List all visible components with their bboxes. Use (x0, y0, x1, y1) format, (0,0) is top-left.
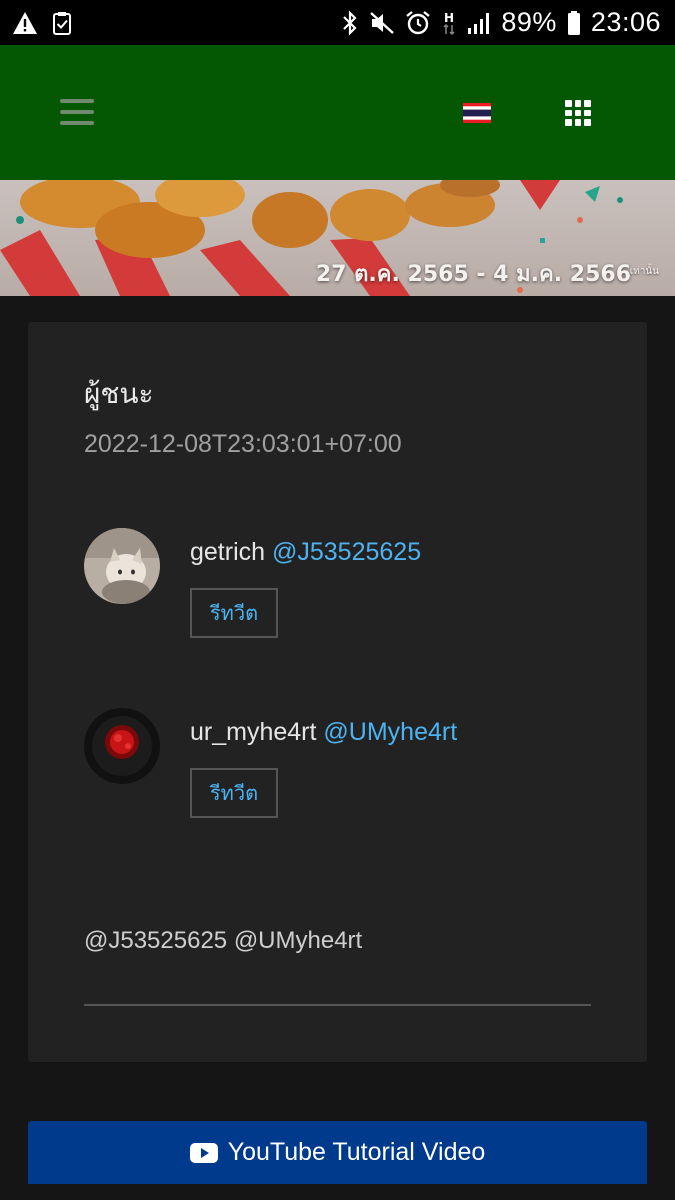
top-nav-header (0, 45, 675, 180)
grid-icon[interactable] (565, 100, 591, 126)
winner-handle-link[interactable]: @UMyhe4rt (323, 718, 457, 746)
winner-entry: getrich @J53525625 รีทวีต (84, 528, 604, 648)
alarm-icon (405, 10, 431, 36)
avatar[interactable] (84, 528, 160, 604)
battery-icon (567, 10, 581, 36)
warning-icon (12, 11, 38, 35)
youtube-icon (189, 1142, 218, 1163)
avatar[interactable] (84, 708, 160, 784)
winner-name: ur_myhe4rt (190, 718, 317, 746)
banner-suffix: เท่านั้น (629, 266, 659, 277)
winner-card: ผู้ชนะ 2022-12-08T23:03:01+07:00 getrich… (28, 322, 647, 1062)
hamburger-icon[interactable] (60, 99, 94, 125)
retweet-button[interactable]: รีทวีต (190, 768, 278, 818)
card-datetime: 2022-12-08T23:03:01+07:00 (84, 430, 402, 458)
status-right: H 89% 23:06 (341, 7, 661, 38)
youtube-button-label: YouTube Tutorial Video (227, 1138, 486, 1166)
clock: 23:06 (590, 7, 661, 37)
status-bar: H 89% 23:06 (0, 0, 675, 45)
promo-banner[interactable]: 27 ต.ค. 2565 - 4 ม.ค. 2566 เท่านั้น (0, 180, 675, 296)
thai-flag-icon[interactable] (463, 103, 491, 123)
winner-entry: ur_myhe4rt @UMyhe4rt รีทวีต (84, 708, 604, 828)
mute-icon (369, 11, 395, 35)
bluetooth-icon (341, 9, 359, 36)
winner-name: getrich (190, 538, 266, 566)
divider (84, 1004, 591, 1006)
youtube-tutorial-button[interactable]: YouTube Tutorial Video (28, 1121, 647, 1184)
svg-text:H: H (444, 11, 454, 25)
retweet-button[interactable]: รีทวีต (190, 588, 278, 638)
network-h-icon: H (441, 10, 457, 36)
battery-percent: 89% (501, 7, 557, 37)
winner-name-line: getrich @J53525625 (190, 538, 421, 567)
mentions-text: @J53525625 @UMyhe4rt (84, 927, 363, 954)
status-left (12, 11, 72, 35)
card-title: ผู้ชนะ (84, 377, 154, 410)
winner-name-line: ur_myhe4rt @UMyhe4rt (190, 718, 457, 747)
winner-handle-link[interactable]: @J53525625 (272, 538, 421, 566)
banner-date-range: 27 ต.ค. 2565 - 4 ม.ค. 2566 (315, 262, 631, 287)
signal-icon (467, 11, 491, 35)
clipboard-check-icon (52, 11, 72, 35)
